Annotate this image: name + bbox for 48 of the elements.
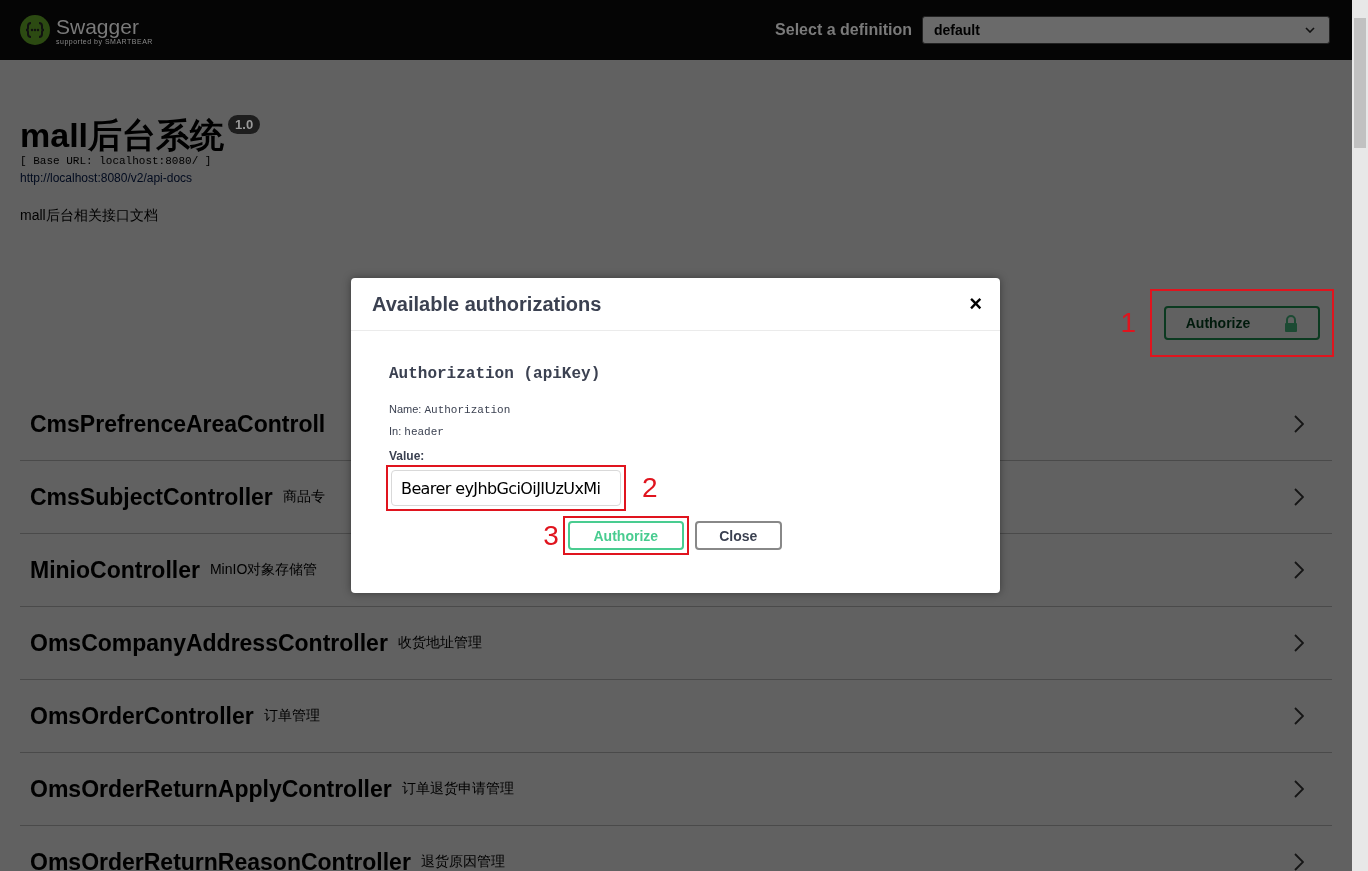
chevron-right-icon	[1294, 561, 1304, 579]
value-label: Value:	[389, 449, 426, 463]
controller-description: 商品专	[282, 488, 325, 506]
controller-description: 收货地址管理	[397, 634, 482, 652]
definition-select[interactable]: default	[922, 16, 1330, 44]
value-input[interactable]: Bearer eyJhbGciOiJIUzUxMi	[391, 470, 621, 506]
controller-name: OmsOrderReturnReasonController	[30, 848, 411, 871]
name-row-text: Name: Authorization	[389, 402, 512, 418]
controller-name: CmsPrefrenceAreaControll	[30, 410, 326, 438]
chevron-right-icon	[1294, 488, 1304, 506]
api-title: mall后台系统	[20, 115, 225, 155]
chevron-right-icon	[1294, 634, 1304, 652]
controller-name: CmsSubjectController	[30, 483, 273, 511]
lock-icon	[1284, 314, 1299, 332]
authorize-button[interactable]: Authorize	[1164, 306, 1320, 340]
chevron-right-icon	[1294, 707, 1304, 725]
controller-name: OmsOrderReturnApplyController	[30, 775, 392, 803]
close-button[interactable]: Close	[694, 521, 782, 550]
definition-label: Select a definition	[775, 21, 912, 39]
controller-description: 订单管理	[263, 707, 320, 725]
controller-description: 退货原因管理	[420, 853, 505, 871]
logo-name: Swagger	[56, 15, 140, 38]
annotation-number: 2	[642, 472, 658, 504]
version-badge: 1.0	[228, 115, 261, 134]
api-docs-link[interactable]: http://localhost:8080/v2/api-docs	[20, 171, 1332, 185]
annotation-number: 1	[1120, 307, 1136, 339]
chevron-right-icon	[1294, 415, 1304, 433]
scheme-title: Authorization (apiKey)	[389, 365, 602, 383]
controller-row[interactable]: OmsOrderReturnReasonController 退货原因管理	[20, 826, 1332, 871]
controller-name: MinioController	[30, 556, 200, 584]
api-description: mall后台相关接口文档	[20, 207, 159, 225]
chevron-right-icon	[1294, 853, 1304, 871]
controller-name: OmsCompanyAddressController	[30, 629, 388, 657]
chevron-down-icon	[1305, 27, 1315, 33]
controller-description: 订单退货申请管理	[401, 780, 514, 798]
controller-description: MinIO对象存储管	[209, 561, 318, 579]
base-url: [ Base URL: localhost:8080/ ]	[20, 155, 213, 167]
dialog-title: Available authorizations	[372, 292, 602, 316]
controller-name: OmsOrderController	[30, 702, 254, 730]
scrollbar[interactable]	[1352, 0, 1368, 871]
logo-icon	[20, 15, 50, 45]
controller-row[interactable]: OmsOrderReturnApplyController 订单退货申请管理	[20, 753, 1332, 826]
controller-row[interactable]: OmsOrderController 订单管理	[20, 680, 1332, 753]
in-row-text: In: header	[389, 424, 445, 440]
authorize-button[interactable]: Authorize	[567, 521, 684, 550]
chevron-right-icon	[1294, 780, 1304, 798]
annotation-number: 3	[543, 519, 559, 552]
controller-row[interactable]: OmsCompanyAddressController 收货地址管理	[20, 607, 1332, 680]
